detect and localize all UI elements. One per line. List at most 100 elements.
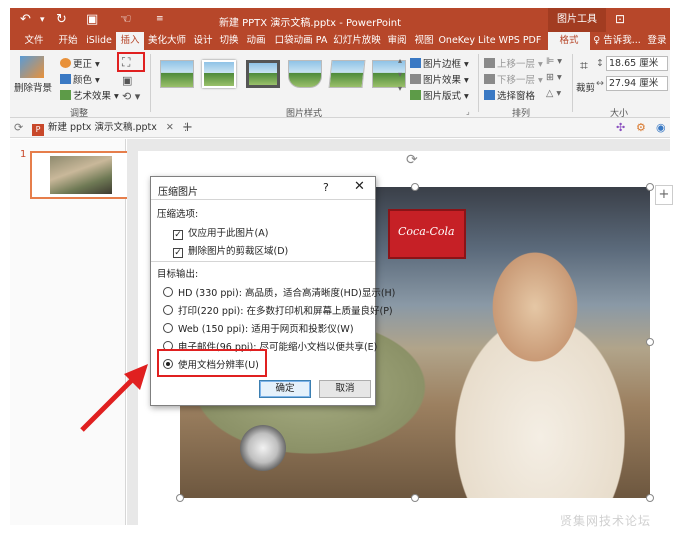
tab-file[interactable]: 文件 [20,32,48,50]
corrections-button[interactable]: 更正 ▾ [60,56,100,70]
group-icon[interactable]: ⊞ ▾ [546,72,562,83]
artistic-label: 艺术效果 [73,91,112,102]
divider [572,54,573,112]
close-tab-icon[interactable]: ✕ [166,122,174,133]
target-output-heading: 目标输出: [157,269,199,280]
layout-options-icon[interactable]: + [655,185,673,205]
crop-icon[interactable]: ⌗ [580,58,588,74]
resize-handle[interactable] [646,494,654,502]
delete-cropped-checkbox[interactable]: ✓ 删除图片的剪裁区域(D) [173,243,288,258]
addin-icon[interactable]: ✣ [616,121,625,134]
radio-icon [163,287,173,297]
resize-handle[interactable] [411,494,419,502]
resize-handle[interactable] [646,183,654,191]
picture-border-button[interactable]: 图片边框 ▾ [410,56,469,70]
apply-only-checkbox[interactable]: ✓ 仅应用于此图片(A) [173,225,268,240]
styles-launcher-icon[interactable]: ⌟ [466,107,470,116]
login-link[interactable]: 登录 [646,32,668,50]
style-thumb-1[interactable] [160,60,194,88]
rotate-handle-icon[interactable]: ⟳ [406,152,418,168]
tab-transitions[interactable]: 切换 [216,32,242,50]
new-tab-icon[interactable]: + [182,120,193,135]
gallery-more-icon[interactable]: ▾ [398,84,402,93]
corrections-label: 更正 [73,59,93,70]
settings-icon[interactable]: ⚙ [636,121,646,134]
effects-icon [410,74,421,84]
ok-button[interactable]: 确定 [259,380,311,398]
tell-me-search[interactable]: ♀ 告诉我... [592,32,642,50]
align-icon[interactable]: ⊫ ▾ [546,56,562,67]
style-thumb-5[interactable] [328,60,366,88]
delete-cropped-label: 删除图片的剪裁区域(D) [188,246,289,257]
gallery-up-icon[interactable]: ▴ [398,56,402,65]
tab-review[interactable]: 审阅 [384,32,410,50]
radio-hd[interactable]: HD (330 ppi): 高品质，适合高清晰度(HD)显示(H) [163,285,395,299]
height-input[interactable]: 18.65 厘米 [606,56,668,71]
radio-web[interactable]: Web (150 ppi): 适用于网页和投影仪(W) [163,321,354,335]
close-icon[interactable]: ✕ [354,179,365,194]
document-tab-label: 新建 pptx 演示文稿.pptx [48,122,157,133]
border-icon [410,58,421,68]
selection-pane-button[interactable]: 选择窗格 [484,88,535,102]
style-thumb-3[interactable] [246,60,280,88]
slide-thumbnail-pane: 1 [10,139,136,525]
tab-animations[interactable]: 动画 [242,32,270,50]
account-icon[interactable]: ◉ [656,121,666,134]
tab-slideshow[interactable]: 幻灯片放映 [332,32,382,50]
tab-design[interactable]: 设计 [190,32,216,50]
style-thumb-4[interactable] [288,60,322,88]
divider [478,54,479,112]
remove-background-icon[interactable] [20,56,44,78]
artistic-icon [60,90,71,100]
watermark: 贤集网技术论坛 [560,514,652,528]
resize-handle[interactable] [176,494,184,502]
remove-background-button[interactable]: 删除背景 [14,80,52,94]
reset-picture-icon[interactable]: ⟲ ▾ [122,90,140,103]
ribbon: 删除背景 更正 ▾ 颜色 ▾ 艺术效果 ▾ ⛶ ▣ ⟲ ▾ 调整 ▴ ▾ ▾ 图… [10,50,670,119]
rotate-icon[interactable]: △ ▾ [546,88,561,99]
radio-hd-label: HD (330 ppi): 高品质，适合高清晰度(HD)显示(H) [178,288,396,299]
picture-layout-button[interactable]: 图片版式 ▾ [410,88,469,102]
help-icon[interactable]: ? [323,181,329,194]
tab-view[interactable]: 视图 [410,32,438,50]
width-input[interactable]: 27.94 厘米 [606,76,668,91]
document-tab[interactable]: P 新建 pptx 演示文稿.pptx ✕ ⋮ [32,119,190,137]
tab-pocket-animation[interactable]: 口袋动画 PA [272,32,330,50]
divider [151,261,375,262]
resize-handle[interactable] [411,183,419,191]
tab-home[interactable]: 开始 [54,32,82,50]
dialog-title: 压缩图片 [158,187,198,198]
change-picture-icon[interactable]: ▣ [122,74,132,87]
width-icon: ↔ [596,78,604,89]
tab-onekey[interactable]: OneKey Lite [438,32,496,50]
document-resolution-highlight [157,349,267,377]
tab-meihua[interactable]: 美化大师 [145,32,189,50]
resize-handle[interactable] [646,338,654,346]
style-thumb-2[interactable] [202,60,236,88]
apply-only-label: 仅应用于此图片(A) [188,228,269,239]
tab-islide[interactable]: iSlide [84,32,114,50]
artistic-effects-button[interactable]: 艺术效果 ▾ [60,88,119,102]
tab-format[interactable]: 格式 [548,32,590,50]
divider [151,199,375,200]
bring-forward-button[interactable]: 上移一层 ▾ [484,56,543,70]
height-icon: ↕ [596,58,604,69]
gallery-down-icon[interactable]: ▾ [398,70,402,79]
tab-wps-pdf[interactable]: WPS PDF [497,32,543,50]
radio-icon [163,305,173,315]
slide-thumbnail[interactable] [30,151,136,199]
recover-icon[interactable]: ⟳ [14,121,23,134]
send-backward-label: 下移一层 [497,75,536,86]
radio-print[interactable]: 打印(220 ppi): 在多数打印机和屏幕上质量良好(P) [163,303,393,317]
picture-effects-button[interactable]: 图片效果 ▾ [410,72,469,86]
cancel-button[interactable]: 取消 [319,380,371,398]
bring-forward-icon [484,58,495,68]
color-button[interactable]: 颜色 ▾ [60,72,100,86]
tab-insert[interactable]: 插入 [116,32,144,50]
document-tab-strip: ⟳ P 新建 pptx 演示文稿.pptx ✕ ⋮ + ✣ ⚙ ◉ [10,118,670,138]
send-backward-button[interactable]: 下移一层 ▾ [484,72,543,86]
crop-button[interactable]: 裁剪 [576,80,595,94]
ribbon-display-icon[interactable]: ⊡ [615,12,625,26]
bring-forward-label: 上移一层 [497,59,536,70]
ppt-file-icon: P [32,124,44,136]
